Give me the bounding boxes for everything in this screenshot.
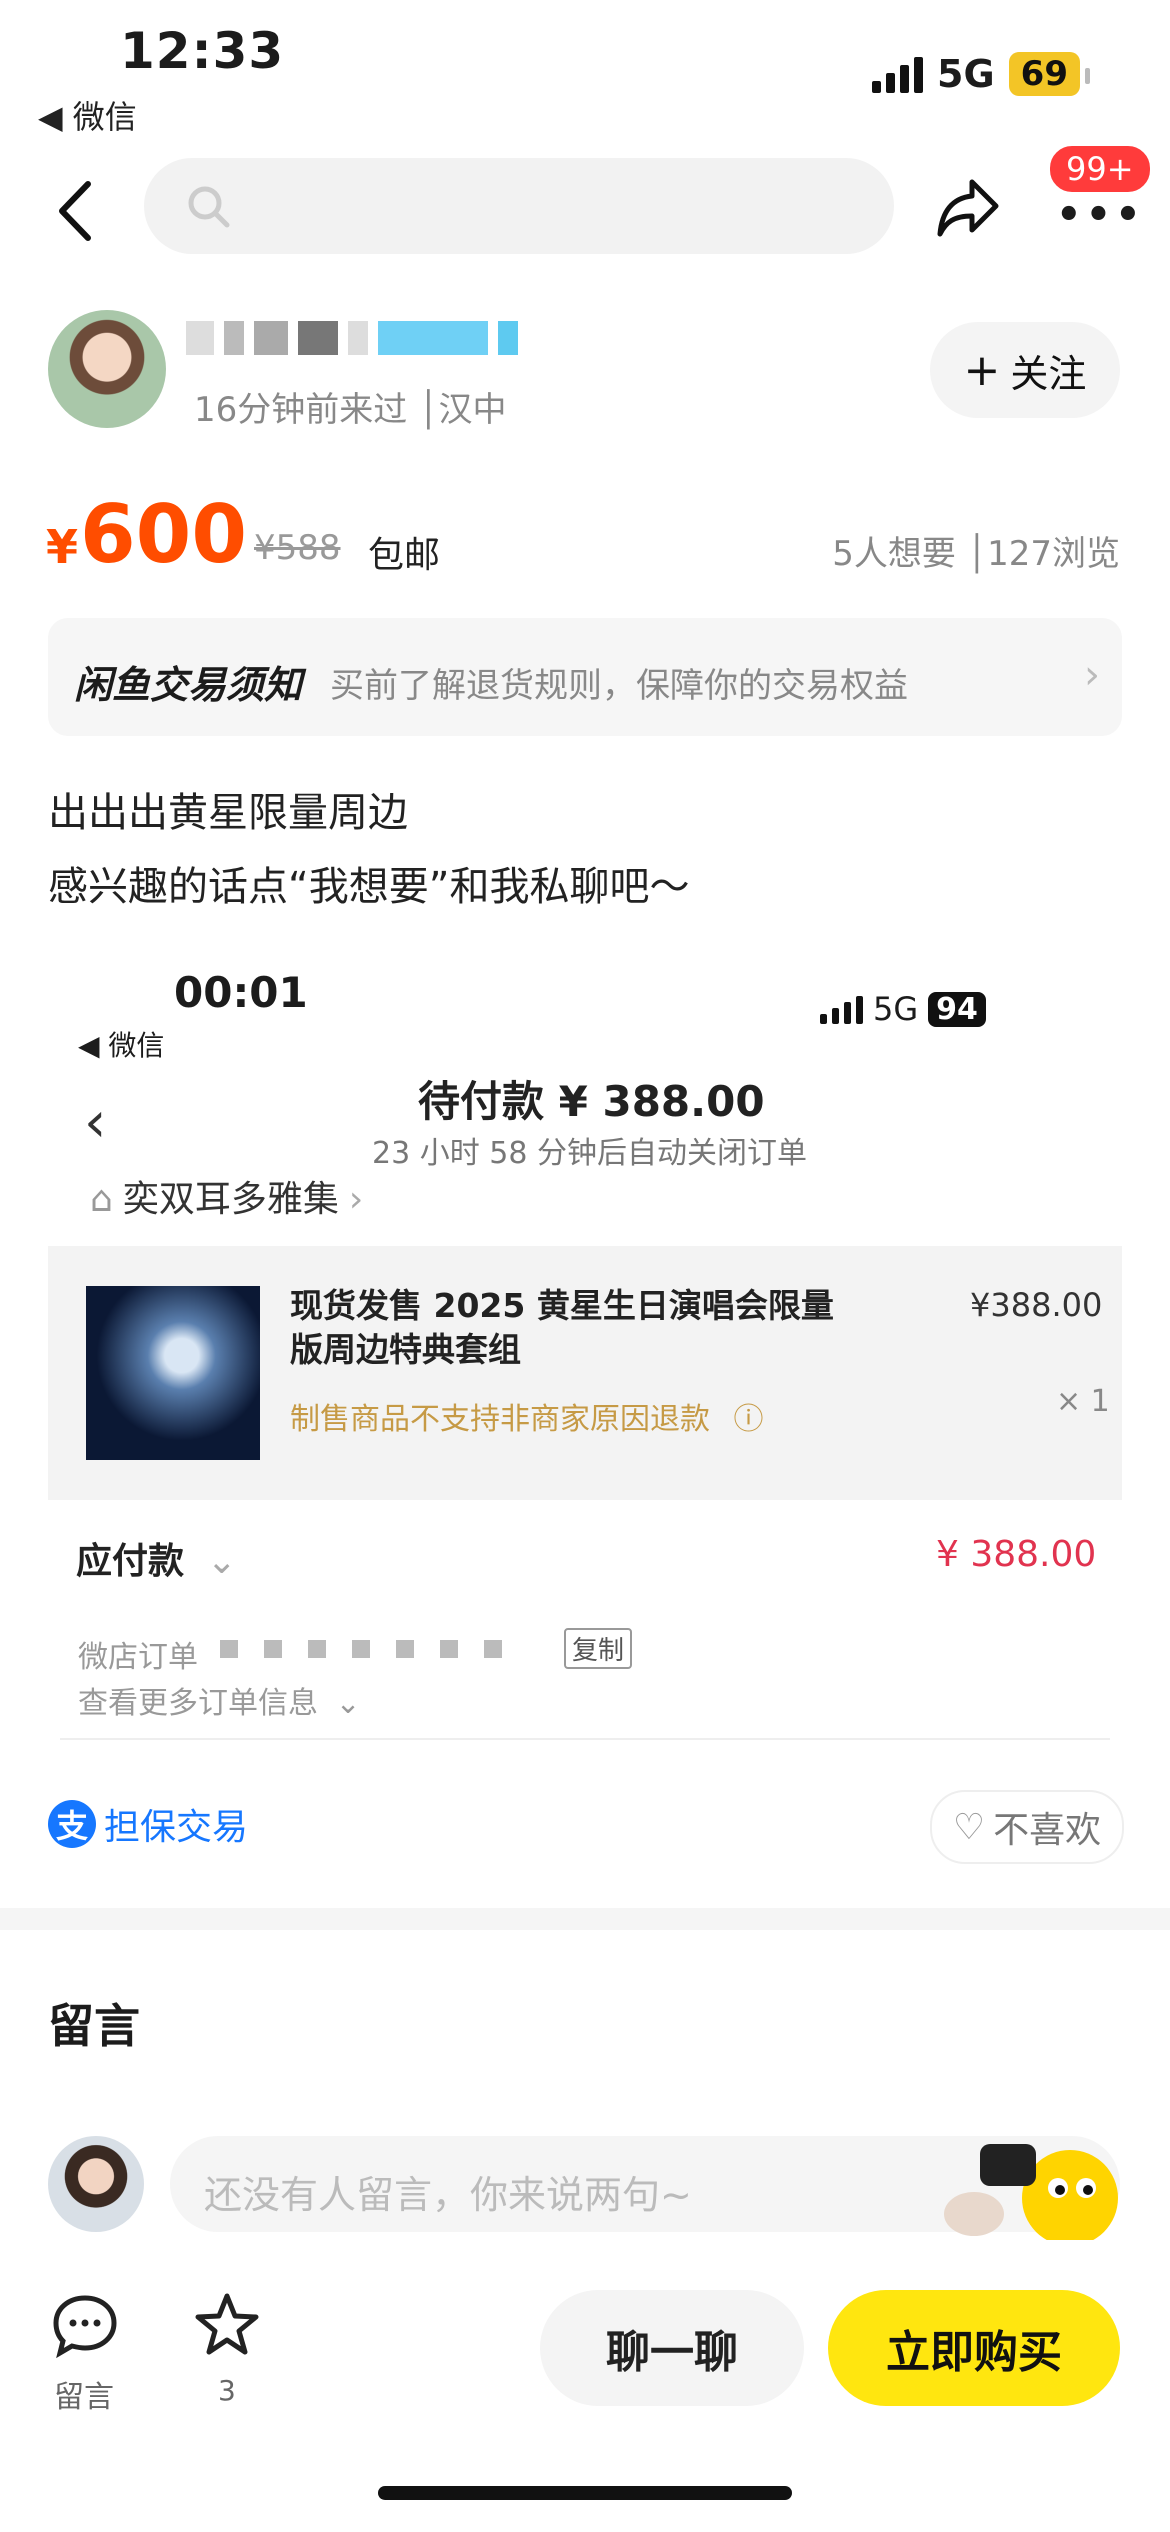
- alipay-icon: 支: [48, 1800, 96, 1848]
- photo-refund-warning: 制售商品不支持非商家原因退款 ⓘ: [290, 1394, 764, 1438]
- photo-pay-label-text: 应付款: [76, 1541, 185, 1582]
- question-icon: ⓘ: [733, 1402, 764, 1437]
- status-indicators: 5G 69: [872, 52, 1091, 96]
- star-icon: [195, 2293, 259, 2355]
- notification-badge: 99+: [1046, 142, 1154, 196]
- chevron-down-icon: ⌄: [335, 1686, 361, 1721]
- photo-back-app: ◀ 微信: [78, 1029, 165, 1062]
- photo-pay-label: 应付款 ⌄: [76, 1532, 237, 1584]
- battery-level: 69: [1008, 52, 1091, 96]
- notice-desc: 买前了解退货规则，保障你的交易权益: [330, 666, 908, 706]
- search-icon: [188, 186, 230, 228]
- photo-pay-value: ¥ 388.00: [936, 1534, 1097, 1575]
- photo-copy-button: 复制: [564, 1628, 633, 1669]
- photo-more-info-text: 查看更多订单信息: [78, 1686, 318, 1721]
- section-separator: [0, 1908, 1170, 1930]
- back-arrow-icon[interactable]: [48, 176, 108, 246]
- chat-button[interactable]: 聊一聊: [540, 2290, 804, 2406]
- description-line: 出出出黄星限量周边: [48, 790, 408, 836]
- follow-button[interactable]: + 关注: [930, 322, 1120, 418]
- description-line: 感兴趣的话点“我想要”和我私聊吧～: [48, 864, 690, 910]
- comments-title: 留言: [48, 1999, 140, 2053]
- photo-product-image: [86, 1286, 260, 1460]
- photo-refund-warning-text: 制售商品不支持非商家原因退款: [290, 1402, 710, 1437]
- photo-order-title: 待付款 ¥ 388.00: [418, 1077, 765, 1126]
- photo-order-number-blurred: [220, 1640, 502, 1658]
- mascot-icon: [930, 2130, 1130, 2246]
- photo-back-arrow-icon: ‹: [84, 1090, 107, 1155]
- home-indicator[interactable]: [378, 2486, 792, 2500]
- price-original: ¥588: [254, 528, 341, 568]
- seller-name-blurred: [186, 320, 586, 356]
- photo-order-label: 微店订单: [78, 1640, 198, 1675]
- photo-quantity: × 1: [1056, 1384, 1110, 1419]
- photo-status-indicators: 5G 94: [820, 990, 986, 1028]
- plus-icon: +: [963, 344, 1001, 396]
- photo-order-subtitle: 23 小时 58 分钟后自动关闭订单: [372, 1136, 807, 1171]
- price-current: 600: [80, 488, 247, 581]
- user-avatar: [48, 2136, 144, 2232]
- share-icon[interactable]: [934, 172, 1004, 242]
- photo-network: 5G: [873, 990, 919, 1028]
- chevron-right-icon: ›: [348, 1179, 364, 1220]
- price-currency: ¥: [46, 520, 79, 574]
- chevron-right-icon: ›: [1084, 652, 1100, 698]
- status-time: 12:33: [120, 22, 285, 80]
- comment-tab-label: 留言: [54, 2380, 114, 2415]
- photo-product-title: 现货发售 2025 黄星生日演唱会限量版周边特典套组: [290, 1286, 834, 1369]
- speech-bubble-icon: [53, 2295, 117, 2359]
- comment-tab[interactable]: [50, 2290, 120, 2364]
- comment-placeholder: 还没有人留言，你来说两句~: [204, 2173, 692, 2217]
- network-type: 5G: [937, 52, 995, 96]
- photo-more-info: 查看更多订单信息 ⌄: [78, 1678, 361, 1722]
- follow-label: 关注: [1010, 351, 1087, 396]
- seller-avatar[interactable]: [48, 310, 166, 428]
- store-icon: ⌂: [90, 1179, 113, 1220]
- buy-now-button[interactable]: 立即购买: [828, 2290, 1120, 2406]
- photo-unit-price: ¥388.00: [970, 1286, 1103, 1324]
- want-views-stats: 5人想要 │127浏览: [832, 534, 1120, 574]
- favorite-count: 3: [218, 2374, 236, 2407]
- photo-status-time: 00:01: [174, 968, 308, 1017]
- guarantee-trade[interactable]: 支 担保交易: [48, 1798, 248, 1850]
- trade-notice-banner[interactable]: 闲鱼交易须知 买前了解退货规则，保障你的交易权益 ›: [48, 618, 1122, 736]
- favorite-tab[interactable]: [192, 2290, 262, 2364]
- notice-title: 闲鱼交易须知: [74, 663, 303, 707]
- more-icon[interactable]: •••: [1056, 192, 1145, 238]
- guarantee-label: 担保交易: [104, 1807, 249, 1848]
- item-description: 出出出黄星限量周边 感兴趣的话点“我想要”和我私聊吧～: [48, 776, 689, 924]
- seller-visit-info: 16分钟前来过 │汉中: [194, 390, 507, 430]
- broken-heart-icon: ♡: [952, 1806, 986, 1848]
- search-bar[interactable]: [144, 158, 894, 254]
- photo-battery: 94: [928, 991, 986, 1027]
- dislike-label: 不喜欢: [993, 1810, 1102, 1851]
- photo-store: ⌂ 奕双耳多雅集 ›: [90, 1170, 363, 1222]
- divider: [60, 1738, 1110, 1740]
- photo-store-name: 奕双耳多雅集: [122, 1179, 339, 1220]
- dislike-button[interactable]: ♡ 不喜欢: [930, 1790, 1124, 1864]
- chevron-down-icon: ⌄: [206, 1541, 237, 1582]
- signal-icon: [872, 55, 924, 93]
- back-to-wechat[interactable]: ◀ 微信: [38, 92, 137, 138]
- shipping-label: 包邮: [368, 535, 441, 576]
- signal-icon: [820, 994, 863, 1024]
